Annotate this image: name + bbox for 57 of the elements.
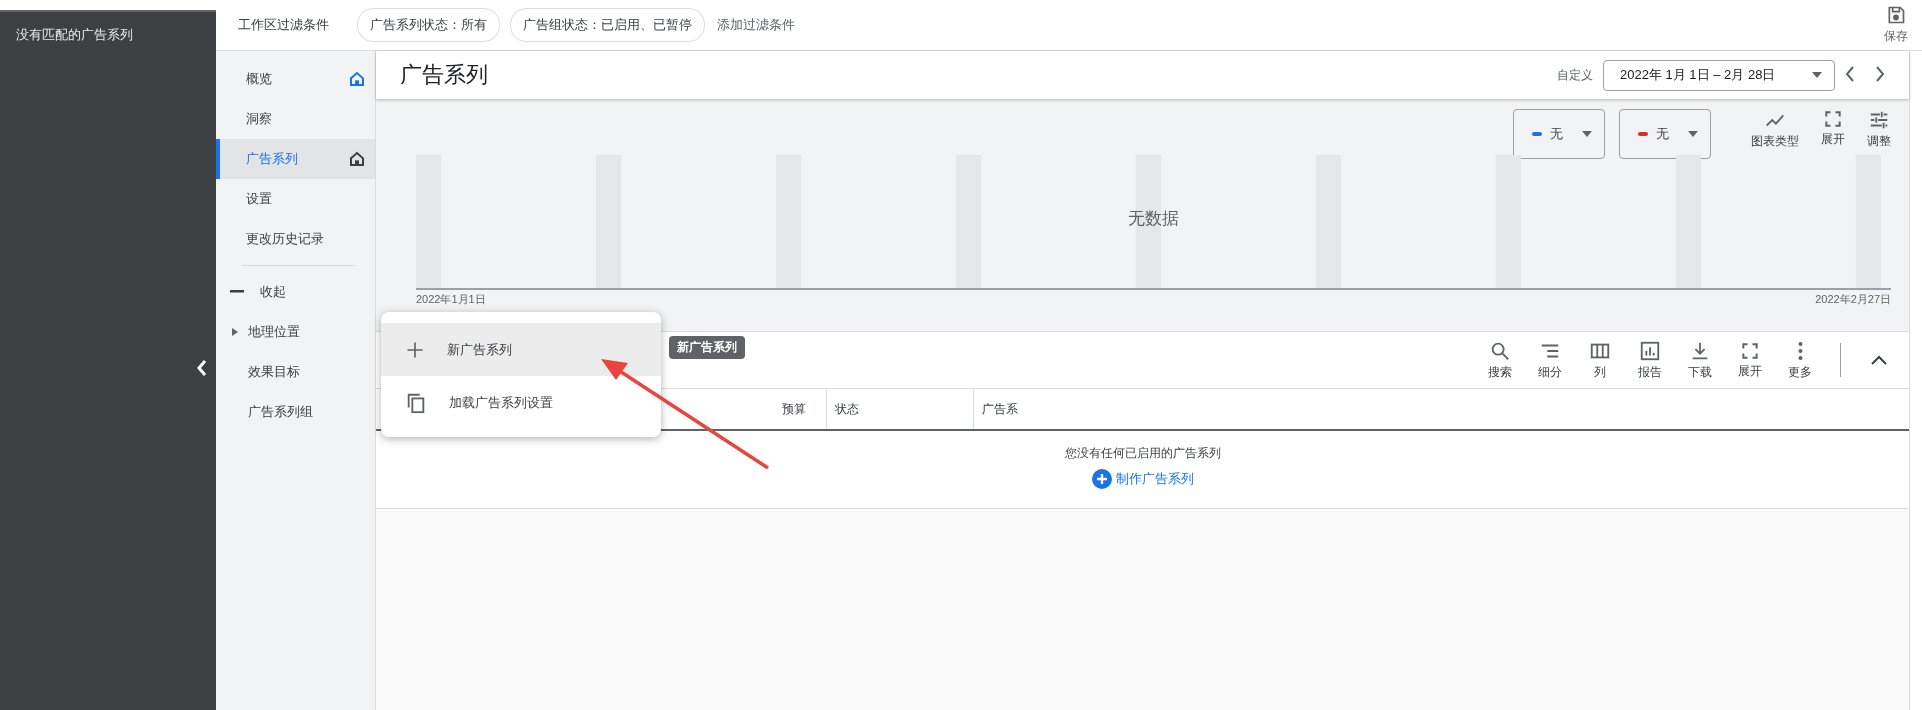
tooltip: 新广告系列 [669,336,745,359]
nav-item[interactable]: 广告系列 [216,139,375,179]
axis-label: 2022年2月27日 [1815,292,1891,307]
more-icon [1797,339,1803,362]
fullscreen-icon [1823,109,1843,129]
copy-icon [405,391,427,414]
menu-item[interactable]: 新广告系列 [381,323,661,376]
metric-selector[interactable]: 无 [1619,109,1711,159]
menu-item[interactable]: 加载广告系列设置 [381,376,661,429]
minus-icon [230,290,244,294]
metric-selector[interactable]: 无 [1513,109,1605,159]
table-tool-button[interactable]: 更多 [1776,339,1824,381]
nav-item[interactable]: 概览 [216,59,375,99]
plus-circle-icon [1091,469,1112,489]
no-data-text: 无数据 [1128,208,1179,230]
page-title: 广告系列 [400,61,489,89]
table-tool-button[interactable]: 报告 [1626,339,1674,381]
table-tool-button[interactable]: 下载 [1676,339,1724,381]
nav-item[interactable]: 广告系列组 [248,403,313,421]
date-label: 自定义 [1557,66,1593,84]
create-campaign-link[interactable]: 制作广告系列 [1085,468,1200,490]
fullscreen-icon [1740,340,1760,361]
filter-chip[interactable]: 广告系列状态：所有 [357,8,500,42]
column-header[interactable]: 状态 [835,400,859,418]
nav-item[interactable]: 设置 [216,179,375,219]
nav-item[interactable]: 洞察 [216,99,375,139]
filter-label: 工作区过滤条件 [238,16,329,34]
empty-campaigns-message: 没有匹配的广告系列 [15,26,133,44]
chart-tool-button[interactable]: 展开 [1817,109,1849,148]
chevron-right-icon [1875,65,1885,82]
nav-item[interactable]: 更改历史记录 [216,219,375,259]
filter-chip[interactable]: 广告组状态：已启用、已暂停 [510,8,705,42]
column-header[interactable]: 预算 [782,400,806,418]
nav-item[interactable]: 效果目标 [248,363,300,381]
caret-icon [1688,131,1698,137]
add-filter-link[interactable]: 添加过滤条件 [717,16,795,34]
table-tool-button[interactable]: 列 [1576,339,1624,381]
table-tool-button[interactable]: 展开 [1726,340,1774,380]
chevron-left-icon [1845,65,1855,82]
empty-table-message: 您没有任何已启用的广告系列 [1064,445,1221,462]
nav-item[interactable]: 地理位置 [248,323,300,341]
nav-item[interactable]: 收起 [260,283,286,301]
chevron-left-icon [197,360,207,376]
table-tool-button[interactable]: 搜索 [1476,339,1524,381]
save-button[interactable]: 保存 [1880,1,1912,49]
column-header[interactable]: 广告系 [982,400,1018,418]
table-tool-button[interactable]: 细分 [1526,339,1574,381]
date-range-dropdown[interactable]: 2022年 1月 1日 – 2月 28日 [1603,59,1835,91]
sliders-icon [1868,109,1890,131]
caret-icon [1582,131,1592,137]
axis-label: 2022年1月1日 [416,292,486,307]
triangle-right-icon [232,328,238,336]
chart-tool-button[interactable]: 图表类型 [1747,109,1803,150]
chart-tool-button[interactable]: 调整 [1863,109,1895,150]
bar-chart-icon [1639,339,1661,362]
chevron-up-icon [1871,354,1887,365]
caret-icon [1812,72,1822,78]
